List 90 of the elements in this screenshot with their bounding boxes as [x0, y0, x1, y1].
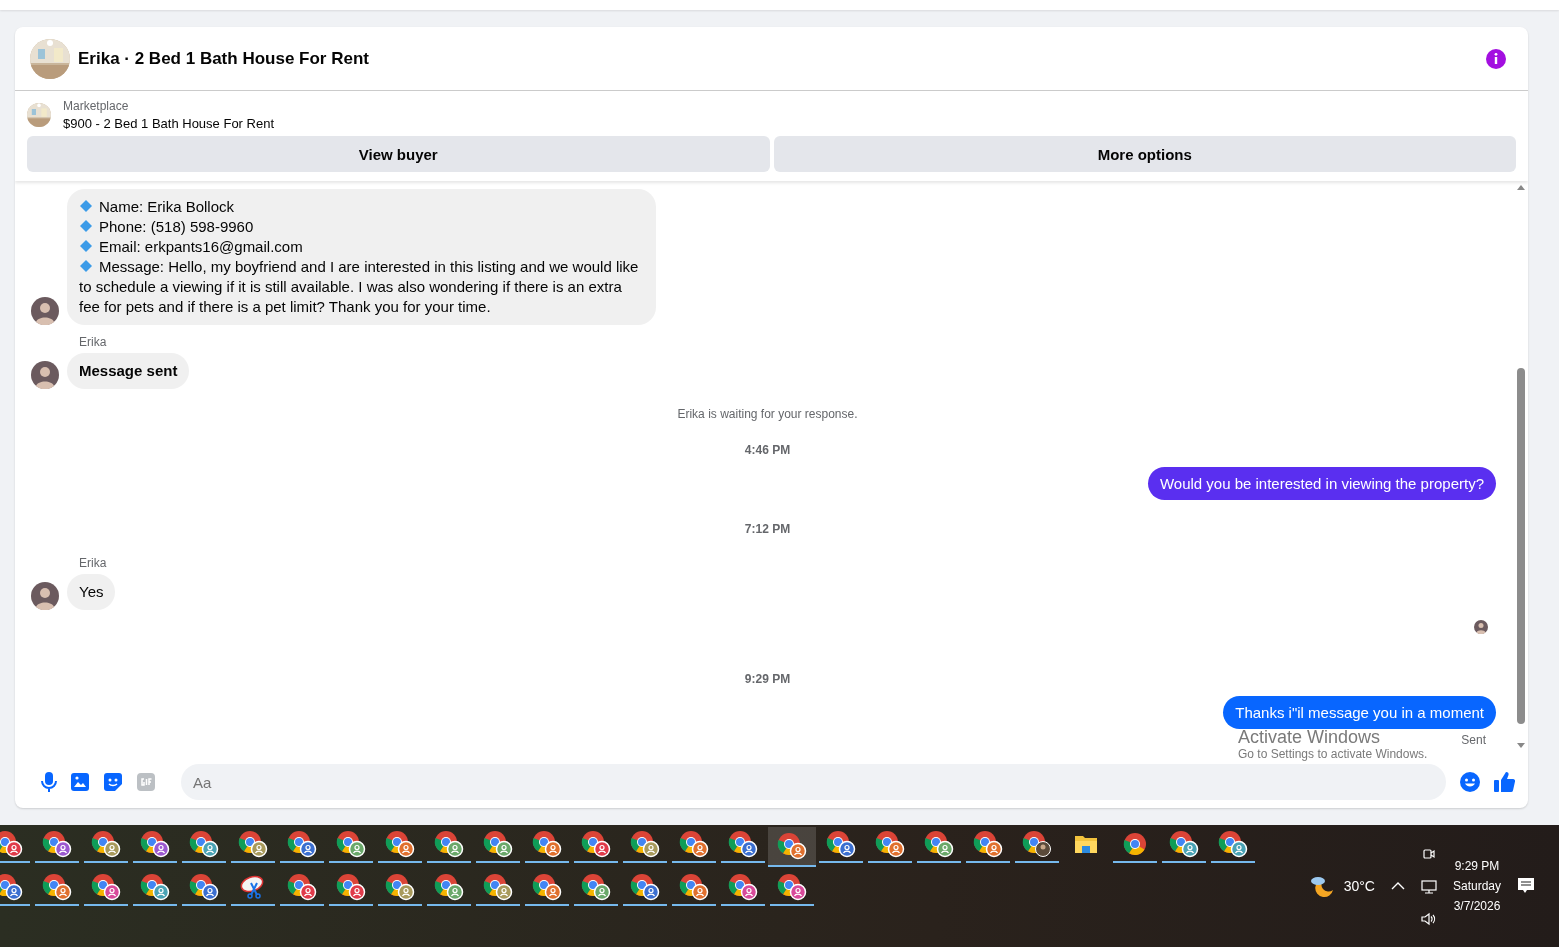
browser-profile-icon: [483, 830, 513, 858]
moon-cloud-icon[interactable]: [1309, 875, 1334, 897]
browser-profile-icon: [0, 873, 23, 901]
browser-profile-icon: [1022, 830, 1052, 858]
sender-name: Erika: [79, 556, 108, 570]
message-line: Email: erkpants16@gmail.com: [79, 237, 644, 257]
browser-profile-icon: [630, 830, 660, 858]
diamond-icon: [79, 199, 93, 213]
browser-profile-icon: [532, 873, 562, 901]
thumbs-up-icon[interactable]: [1494, 771, 1516, 793]
timestamp: 7:12 PM: [744, 522, 791, 536]
taskbar-button[interactable]: [768, 827, 816, 867]
browser-profile-icon: [434, 873, 464, 901]
message-bubble: Would you be interested in viewing the property?: [1147, 467, 1496, 500]
browser-profile-icon: [483, 873, 513, 901]
seen-avatar: [1474, 620, 1488, 634]
timestamp: 9:29 PM: [744, 672, 791, 686]
browser-profile-icon: [581, 873, 611, 901]
browser-profile-icon: [1169, 830, 1199, 858]
browser-profile-icon: [875, 830, 905, 858]
temperature[interactable]: 30°C: [1343, 878, 1375, 894]
speaker-icon[interactable]: [1420, 912, 1437, 926]
browser-profile-icon: [238, 830, 268, 858]
browser-profile-icon: [777, 832, 807, 860]
message-line: Name: Erika Bollock: [79, 197, 644, 217]
notice-text: Erika is waiting for your response.: [677, 407, 858, 421]
browser-profile-icon: [385, 873, 415, 901]
browser-profile-icon: [728, 873, 758, 901]
browser-profile-icon: [532, 830, 562, 858]
browser-profile-icon: [189, 873, 219, 901]
listing-name: $900 - 2 Bed 1 Bath House For Rent: [63, 116, 274, 131]
browser-profile-icon: [924, 830, 954, 858]
browser-profile-icon: [42, 873, 72, 901]
browser-profile-icon: [679, 830, 709, 858]
message-line: Message: Hello, my boyfriend and I are interested in this listing and we would like to schedule a viewing if it is still available. I was also wondering if there is an extra fee for pets and if there is a pet limit? Thank you for your time.: [79, 257, 640, 317]
browser-profile-icon: [140, 830, 170, 858]
browser-profile-icon: [973, 830, 1003, 858]
chat-title: Erika · 2 Bed 1 Bath House For Rent: [78, 48, 370, 69]
browser-profile-icon: [140, 873, 170, 901]
browser-profile-icon: [336, 873, 366, 901]
network-icon[interactable]: [1420, 880, 1437, 894]
action-button[interactable]: More options: [773, 136, 1516, 172]
clock-day[interactable]: Saturday: [1452, 879, 1501, 893]
emoji-icon[interactable]: [1460, 772, 1480, 792]
browser-profile-icon: [630, 873, 660, 901]
browser-profile-icon: [287, 873, 317, 901]
message-field[interactable]: Aa: [181, 764, 1446, 800]
message-line: Phone: (518) 598-9960: [79, 217, 644, 237]
browser-profile-icon: [0, 830, 23, 858]
diamond-icon: [79, 259, 93, 273]
browser-profile-icon: [679, 873, 709, 901]
folder-icon: [1074, 834, 1098, 854]
browser-profile-icon: [1218, 830, 1248, 858]
browser-profile-icon: [287, 830, 317, 858]
diamond-icon: [79, 239, 93, 253]
browser-profile-icon: [336, 830, 366, 858]
sticker-icon[interactable]: [103, 772, 123, 792]
timestamp: 4:46 PM: [744, 443, 791, 457]
avatar: [31, 297, 59, 325]
browser-profile-icon: [189, 830, 219, 858]
browser-profile-icon: [728, 830, 758, 858]
avatar: [31, 361, 59, 389]
activation-title: Activate Windows: [1238, 728, 1382, 746]
notifications-icon[interactable]: [1517, 877, 1535, 895]
microphone-icon[interactable]: [41, 772, 57, 792]
image-icon[interactable]: [71, 773, 89, 791]
chevron-up-icon[interactable]: [1390, 882, 1405, 890]
browser-profile-icon: [385, 830, 415, 858]
sender-name: Erika: [79, 335, 108, 349]
clock-date[interactable]: 3/7/2026: [1453, 899, 1501, 913]
clock-time[interactable]: 9:29 PM: [1454, 859, 1500, 873]
camera-icon[interactable]: [1421, 846, 1436, 862]
listing-label: Marketplace: [63, 99, 130, 113]
browser-profile-icon: [826, 830, 856, 858]
browser-profile-icon: [581, 830, 611, 858]
browser-icon: [1123, 832, 1147, 856]
avatar: [31, 582, 59, 610]
browser-profile-icon: [42, 830, 72, 858]
action-button[interactable]: View buyer: [27, 136, 770, 172]
diamond-icon: [79, 219, 93, 233]
browser-profile-icon: [434, 830, 464, 858]
message-bubble: Message sent: [67, 353, 190, 389]
browser-profile-icon: [91, 830, 121, 858]
browser-profile-icon: [777, 873, 807, 901]
delivery-status: Sent: [1461, 733, 1486, 747]
message-bubble: Thanks i"il message you in a moment: [1223, 696, 1496, 729]
info-icon[interactable]: [1486, 48, 1506, 69]
message-bubble: Yes: [67, 574, 116, 610]
browser-profile-icon: [91, 873, 121, 901]
activation-subtitle: Go to Settings to activate Windows.: [1238, 748, 1428, 760]
